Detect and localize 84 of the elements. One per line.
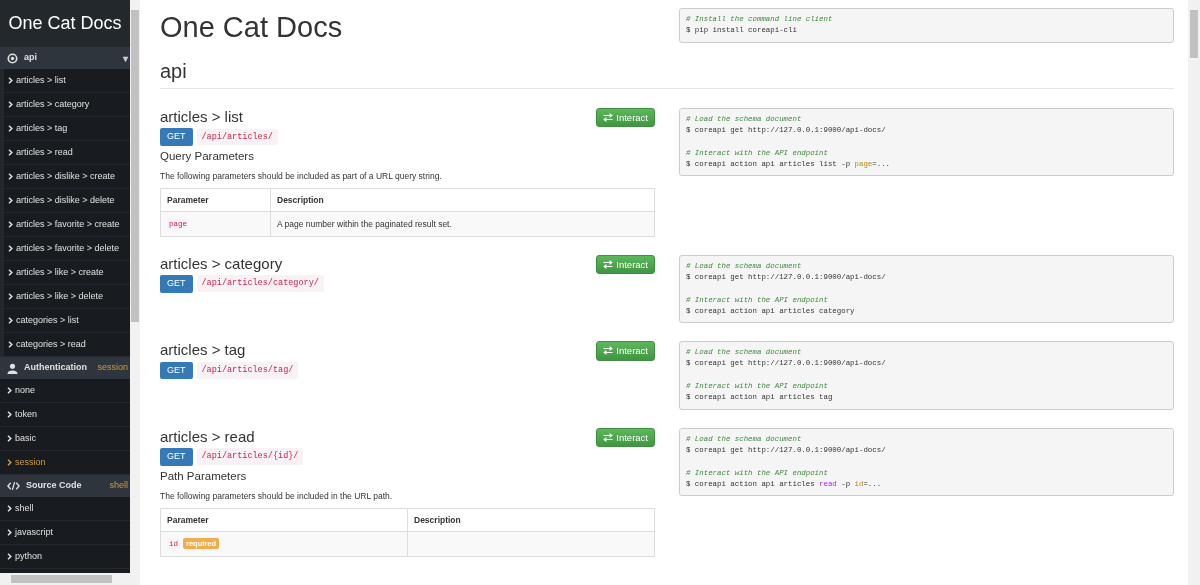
method-label: GET (160, 361, 193, 380)
endpoint-title: articles > list (160, 107, 243, 126)
group-label: Authentication (24, 361, 87, 375)
chevron-icon (8, 77, 13, 84)
endpoint-path: /api/articles/category/ (196, 275, 324, 293)
endpoint-path: /api/articles/{id}/ (196, 448, 304, 466)
method-label: GET (160, 128, 193, 146)
endpoint-title: articles > read (160, 427, 255, 446)
swap-arrows-icon (603, 432, 614, 442)
item-label: articles > like > create (16, 265, 104, 279)
scrollbar[interactable] (1188, 0, 1200, 585)
chevron-icon (7, 387, 12, 394)
target-icon (7, 52, 18, 64)
column-header: Description (407, 508, 655, 532)
parameters-heading: Query Parameters (160, 148, 255, 164)
group-value: session (97, 361, 128, 375)
item-label: articles > dislike > create (16, 169, 116, 183)
sidebar-group-header[interactable]: Authentication session (0, 357, 130, 379)
item-label: token (15, 407, 38, 421)
sidebar-group-header[interactable]: Source Code shell (0, 475, 130, 497)
group-value: shell (109, 479, 128, 493)
caret-icon: ▾ (123, 50, 128, 66)
item-label: articles > tag (16, 121, 68, 135)
item-label: articles > favorite > create (16, 217, 120, 231)
method-label: GET (160, 448, 193, 466)
chevron-icon (8, 293, 13, 300)
chevron-icon (8, 101, 13, 108)
column-header: Parameter (160, 508, 408, 532)
scrollbar[interactable] (0, 573, 140, 585)
item-label: javascript (15, 525, 53, 539)
item-label: session (15, 455, 46, 469)
chevron-icon (7, 529, 12, 536)
section-heading: api (160, 58, 1174, 89)
column-header: Description (270, 188, 655, 212)
endpoint-title: articles > category (160, 254, 283, 273)
scrollbar-thumb[interactable] (1190, 10, 1198, 58)
group-label: Source Code (26, 479, 82, 493)
chevron-icon (7, 435, 12, 442)
sidebar-group-header[interactable]: api ▾ (0, 47, 130, 69)
chevron-icon (7, 505, 12, 512)
user-icon (7, 362, 18, 374)
item-label: shell (15, 501, 34, 515)
item-label: python (15, 549, 43, 563)
scrollbar[interactable] (130, 0, 140, 573)
item-label: articles > list (16, 73, 66, 87)
endpoint-path: /api/articles/ (196, 128, 278, 146)
chevron-icon (8, 245, 13, 252)
chevron-icon (8, 173, 13, 180)
table-cell: A page number within the paginated result set. (270, 211, 655, 237)
scrollbar-thumb[interactable] (131, 10, 139, 322)
chevron-icon (7, 459, 12, 466)
swap-arrows-icon (603, 259, 614, 269)
swap-arrows-icon (603, 113, 614, 122)
chevron-icon (7, 411, 12, 418)
chevron-icon (8, 341, 13, 348)
endpoint-path: /api/articles/tag/ (196, 361, 299, 379)
item-label: articles > like > delete (16, 289, 104, 303)
column-header: Parameter (160, 188, 271, 212)
item-label: articles > read (16, 145, 73, 159)
sidebar-brand[interactable]: One Cat Docs (0, 0, 130, 47)
swap-arrows-icon (603, 346, 614, 356)
item-label: none (15, 383, 36, 397)
chevron-icon (8, 221, 13, 228)
group-label: api (24, 51, 37, 65)
item-label: articles > dislike > delete (16, 193, 115, 207)
chevron-icon (8, 317, 13, 324)
code-icon (7, 481, 20, 491)
chevron-icon (8, 197, 13, 204)
chevron-icon (8, 125, 13, 132)
parameters-note: The following parameters should be included in the URL path. (160, 489, 394, 503)
item-label: articles > category (16, 97, 90, 111)
chevron-icon (8, 149, 13, 156)
method-label: GET (160, 275, 193, 293)
item-label: categories > list (16, 313, 79, 327)
endpoint-title: articles > tag (160, 341, 246, 360)
chevron-icon (8, 269, 13, 276)
item-label: categories > read (16, 337, 86, 351)
page-title: One Cat Docs (160, 10, 344, 45)
parameters-note: The following parameters should be included as part of a URL query string. (160, 169, 443, 183)
chevron-icon (7, 553, 12, 560)
scrollbar-thumb[interactable] (11, 575, 112, 583)
item-label: articles > favorite > delete (16, 241, 120, 255)
parameters-heading: Path Parameters (160, 468, 248, 484)
item-label: basic (15, 431, 36, 445)
